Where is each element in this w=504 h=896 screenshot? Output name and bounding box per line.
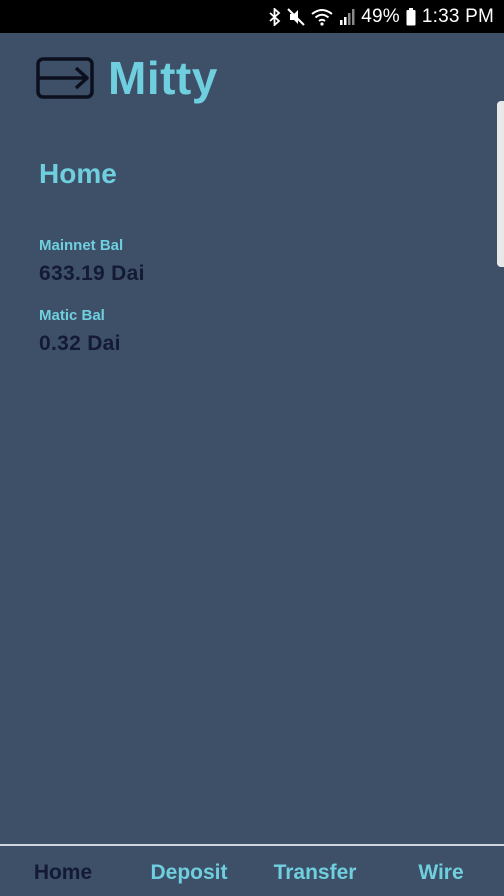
matic-balance-label: Matic Bal (39, 307, 105, 324)
nav-tab-deposit[interactable]: Deposit (126, 857, 252, 885)
clock: 1:33 PM (421, 5, 494, 27)
mainnet-balance-value: 633.19 Dai (39, 262, 145, 285)
card-transfer-icon (36, 56, 94, 100)
app-header: Mitty (36, 50, 218, 106)
page-title: Home (39, 158, 117, 189)
bluetooth-icon (269, 7, 281, 26)
battery-icon (406, 7, 416, 26)
nav-tab-transfer[interactable]: Transfer (252, 857, 378, 885)
signal-icon (339, 8, 355, 25)
battery-percent: 49% (361, 5, 400, 27)
nav-tab-home[interactable]: Home (0, 857, 126, 885)
nav-tab-wire[interactable]: Wire (378, 857, 504, 885)
mainnet-balance-label: Mainnet Bal (39, 237, 124, 254)
edge-panel-handle[interactable] (497, 101, 504, 267)
status-bar: 49% 1:33 PM (0, 0, 504, 33)
matic-balance-value: 0.32 Dai (39, 332, 121, 355)
mute-icon (287, 7, 305, 26)
bottom-nav: Home Deposit Transfer Wire (0, 844, 504, 896)
wifi-icon (311, 8, 333, 26)
app-title: Mitty (108, 52, 218, 104)
